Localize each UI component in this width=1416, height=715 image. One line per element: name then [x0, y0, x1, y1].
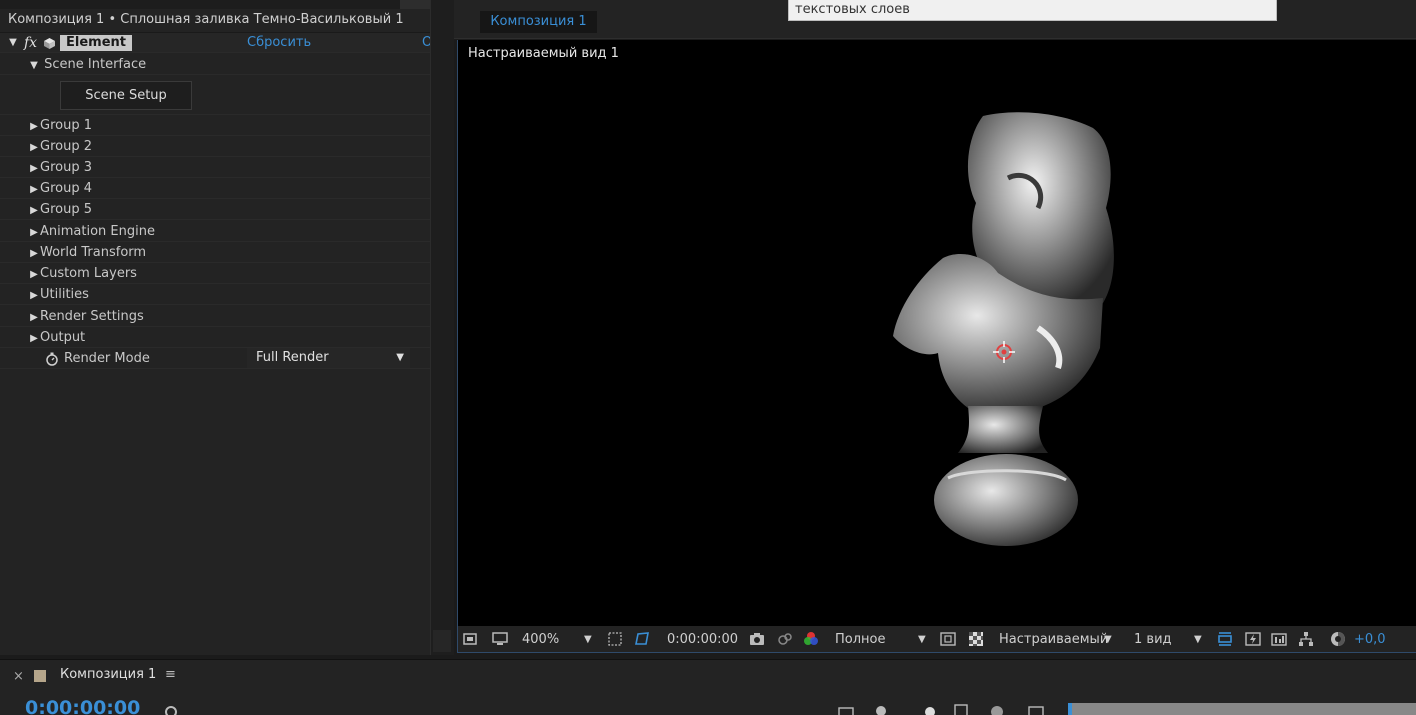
search-icon[interactable] — [165, 706, 177, 715]
fast-previews-icon[interactable] — [1245, 631, 1261, 647]
group-row[interactable]: ▶ Group 4 — [0, 178, 430, 199]
group-row[interactable]: ▶ Group 3 — [0, 157, 430, 178]
effect-name-label[interactable]: Element — [60, 35, 132, 51]
group-label: Group 1 — [40, 118, 92, 133]
anchor-point-icon[interactable] — [992, 340, 1016, 364]
toggle-pixel-aspect-icon[interactable] — [1217, 631, 1233, 647]
expand-triangle-icon[interactable]: ▶ — [28, 179, 40, 200]
expand-triangle-icon[interactable]: ▶ — [28, 158, 40, 179]
rendered-bust-image — [893, 112, 1114, 546]
group-row[interactable]: ▶ Group 5 — [0, 199, 430, 220]
about-link[interactable]: О — [422, 33, 430, 53]
tooltip: текстовых слоев — [788, 0, 1277, 21]
region-of-interest-icon[interactable] — [940, 631, 956, 647]
scene-interface-row[interactable]: ▼ Scene Interface — [0, 54, 430, 75]
scene-interface-label: Scene Interface — [44, 57, 147, 72]
chevron-down-icon: ▼ — [396, 352, 404, 363]
group-label: Group 5 — [40, 202, 92, 217]
chevron-down-icon[interactable]: ▼ — [918, 626, 926, 653]
reset-link[interactable]: Сбросить — [247, 33, 311, 53]
group-row[interactable]: ▶ Group 2 — [0, 136, 430, 157]
exposure-icon[interactable] — [1330, 631, 1346, 647]
timeline-timecode[interactable]: 0:00:00:00 — [25, 697, 140, 715]
group-label: Group 3 — [40, 160, 92, 175]
fx-icon[interactable]: fx — [24, 33, 37, 53]
expand-triangle-icon[interactable]: ▶ — [28, 222, 40, 243]
render-mode-label: Render Mode — [64, 351, 150, 366]
timeline-panel: × Композиция 1 ≡ 0:00:00:00 — [0, 659, 1416, 715]
resolution-grid-icon[interactable] — [607, 631, 623, 647]
scene-setup-button[interactable]: Scene Setup — [60, 81, 192, 110]
chevron-down-icon[interactable]: ▼ — [584, 626, 592, 653]
custom-view-label: Настраиваемый вид 1 — [468, 46, 619, 61]
expand-triangle-icon[interactable]: ▼ — [28, 55, 40, 76]
composition-color-swatch — [34, 670, 46, 682]
monitor-icon[interactable] — [492, 631, 508, 647]
expand-triangle-icon[interactable]: ▶ — [28, 116, 40, 137]
panel-tab-notch — [400, 0, 430, 9]
output-row[interactable]: ▶ Output — [0, 327, 430, 348]
stopwatch-icon[interactable] — [45, 352, 59, 366]
group-label: Group 4 — [40, 181, 92, 196]
animation-engine-label: Animation Engine — [40, 224, 155, 239]
mask-toggle-icon[interactable] — [634, 631, 650, 647]
collapse-triangle-icon[interactable]: ▼ — [7, 33, 19, 53]
world-transform-row[interactable]: ▶ World Transform — [0, 242, 430, 263]
view-count-value[interactable]: 1 вид — [1134, 626, 1172, 653]
render-mode-value: Full Render — [256, 350, 329, 365]
expand-triangle-icon[interactable]: ▶ — [28, 307, 40, 328]
group-label: Group 2 — [40, 139, 92, 154]
output-label: Output — [40, 330, 86, 345]
expand-triangle-icon[interactable]: ▶ — [28, 328, 40, 349]
zoom-value[interactable]: 400% — [522, 626, 559, 653]
camera-snapshot-icon[interactable] — [749, 631, 765, 647]
timeline-switches-toolbar[interactable] — [835, 702, 1055, 715]
panel-menu-icon[interactable]: ≡ — [165, 667, 176, 682]
effect-controls-title: Композиция 1 • Сплошная заливка Темно-Ва… — [0, 9, 430, 33]
view-mode-value[interactable]: Настраиваемый — [999, 626, 1108, 653]
expand-triangle-icon[interactable]: ▶ — [28, 243, 40, 264]
chevron-down-icon[interactable]: ▼ — [1104, 626, 1112, 653]
time-ruler[interactable] — [1068, 703, 1416, 715]
resolution-value[interactable]: Полное — [835, 626, 886, 653]
effect-controls-scrollbar[interactable] — [430, 0, 454, 655]
viewer-toolbar: 400% ▼ 0:00:00:00 Полное ▼ Настраиваемый… — [457, 626, 1416, 653]
utilities-row[interactable]: ▶ Utilities — [0, 284, 430, 305]
timeline-icon[interactable] — [1271, 631, 1287, 647]
custom-layers-label: Custom Layers — [40, 266, 137, 281]
color-channels-icon[interactable] — [803, 631, 819, 647]
expand-triangle-icon[interactable]: ▶ — [28, 200, 40, 221]
cube-icon — [44, 38, 55, 49]
group-row[interactable]: ▶ Group 1 — [0, 115, 430, 136]
render-mode-row: Render Mode Full Render ▼ — [0, 348, 430, 369]
composition-tab[interactable]: Композиция 1 — [480, 11, 597, 33]
custom-layers-row[interactable]: ▶ Custom Layers — [0, 263, 430, 284]
panel-tab-strip — [0, 0, 430, 9]
exposure-value[interactable]: +0,0 — [1354, 626, 1386, 653]
transparency-grid-icon[interactable] — [968, 631, 984, 647]
render-settings-label: Render Settings — [40, 309, 144, 324]
effect-header-row[interactable]: ▼ fx Element Сбросить О — [0, 33, 430, 53]
always-preview-icon[interactable] — [462, 631, 478, 647]
expand-triangle-icon[interactable]: ▶ — [28, 137, 40, 158]
chevron-down-icon[interactable]: ▼ — [1194, 626, 1202, 653]
expand-triangle-icon[interactable]: ▶ — [28, 264, 40, 285]
render-mode-dropdown[interactable]: Full Render ▼ — [247, 348, 410, 368]
render-settings-row[interactable]: ▶ Render Settings — [0, 306, 430, 327]
utilities-label: Utilities — [40, 287, 89, 302]
animation-engine-row[interactable]: ▶ Animation Engine — [0, 221, 430, 242]
viewer-timecode[interactable]: 0:00:00:00 — [667, 626, 738, 653]
close-icon[interactable]: × — [13, 669, 24, 684]
flowchart-icon[interactable] — [1298, 631, 1314, 647]
timeline-tab-label[interactable]: Композиция 1 — [60, 667, 156, 682]
world-transform-label: World Transform — [40, 245, 147, 260]
scrollbar-thumb[interactable] — [433, 630, 451, 652]
effect-controls-panel: Композиция 1 • Сплошная заливка Темно-Ва… — [0, 0, 430, 655]
show-snapshot-icon[interactable] — [777, 631, 793, 647]
expand-triangle-icon[interactable]: ▶ — [28, 285, 40, 306]
